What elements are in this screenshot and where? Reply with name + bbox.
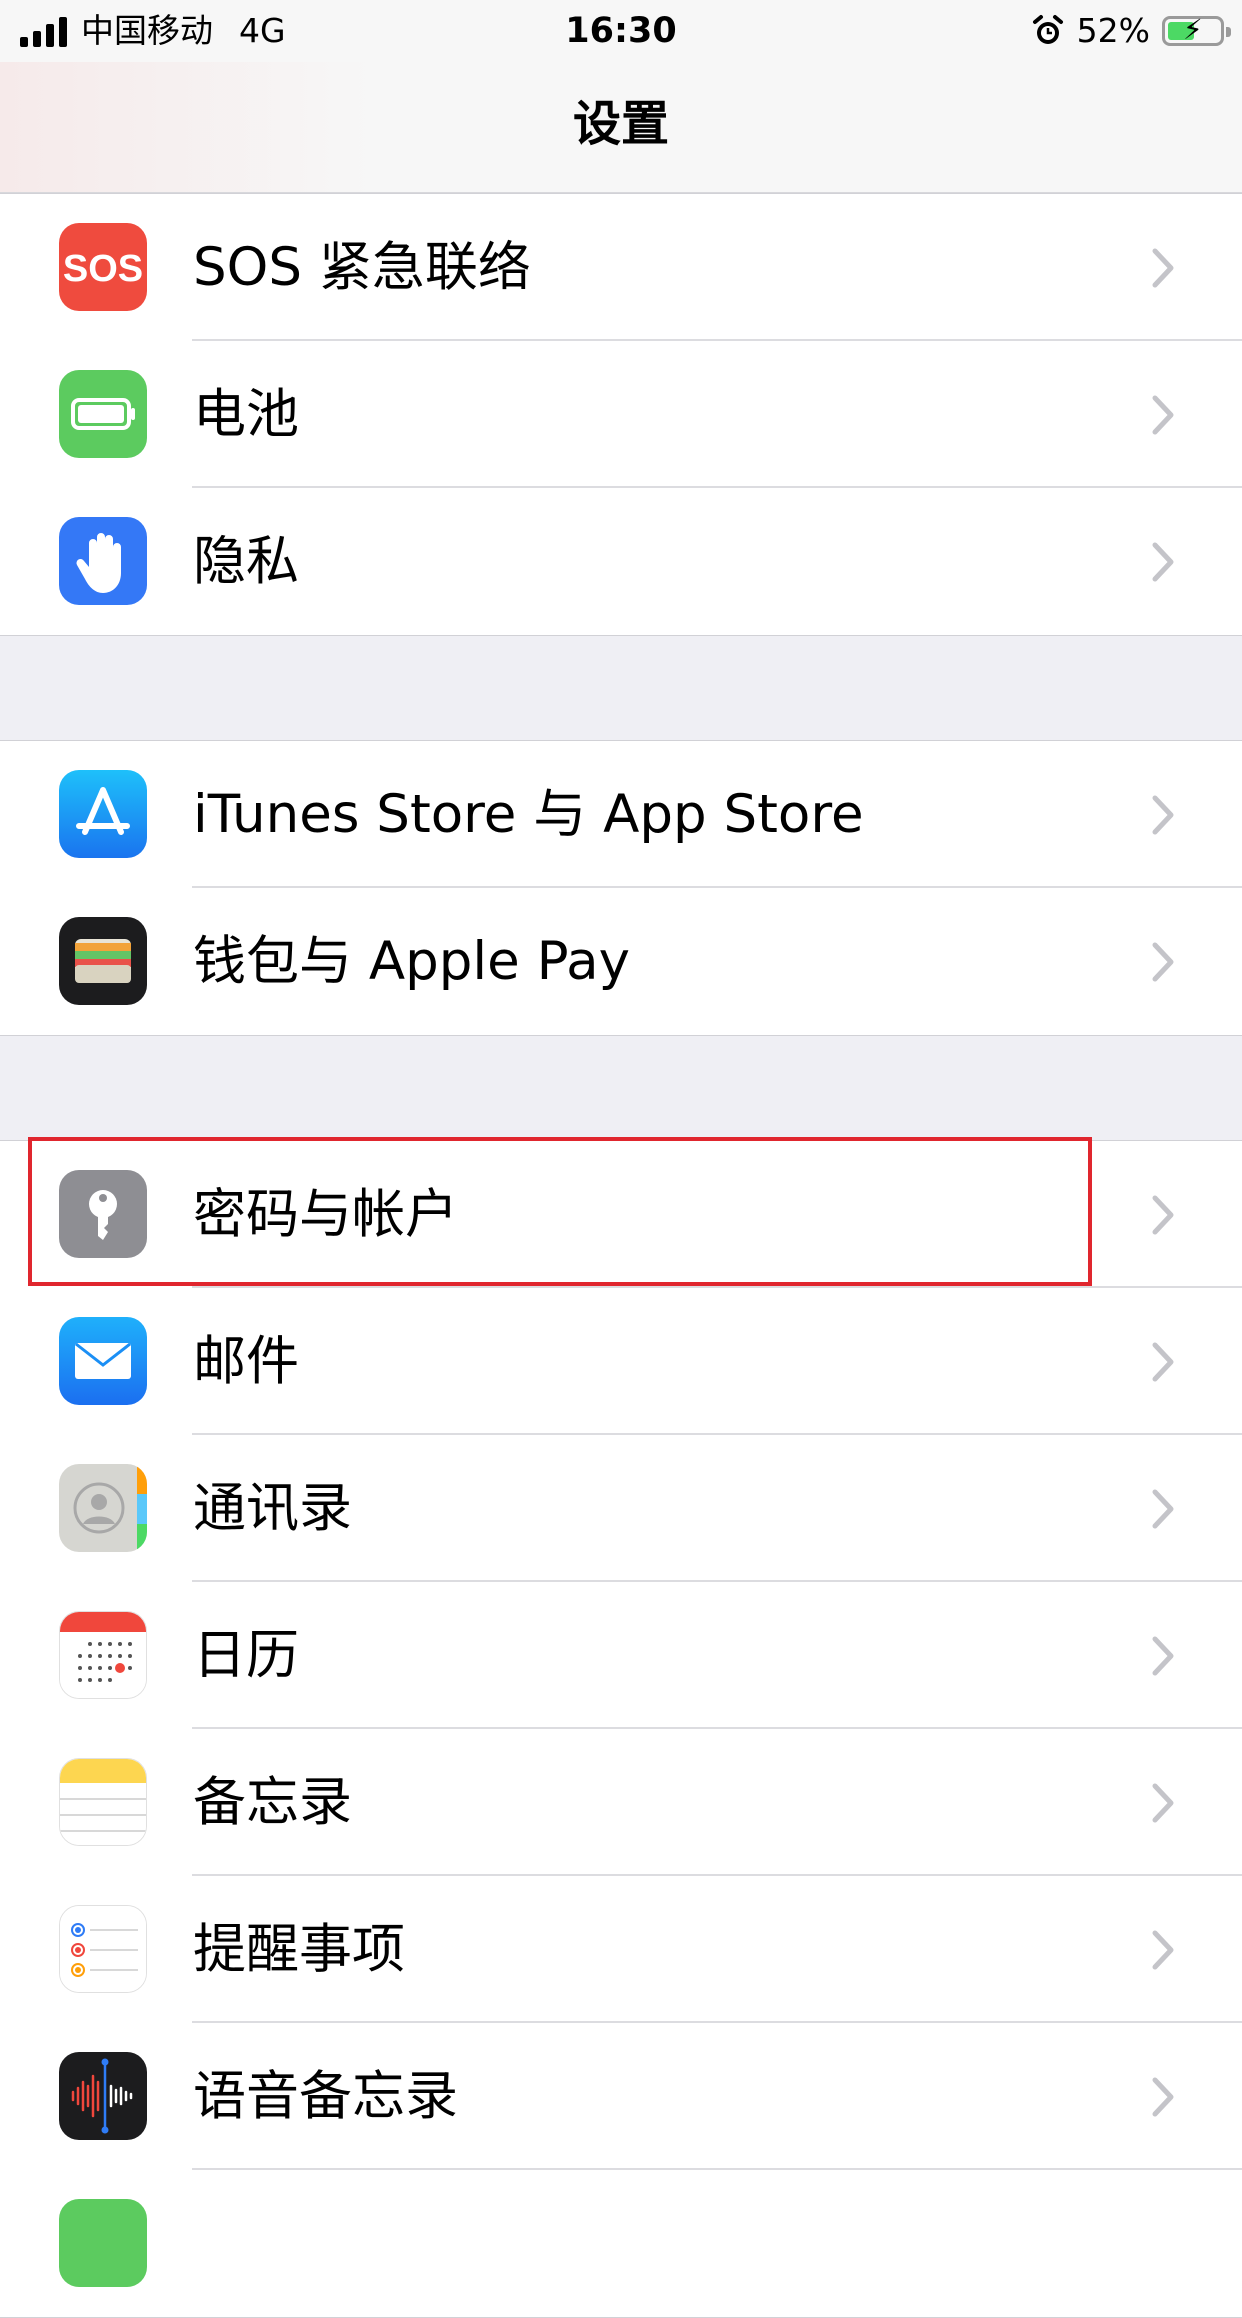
voice-memos-icon bbox=[59, 2052, 147, 2140]
settings-row-wallet[interactable]: 钱包与 Apple Pay bbox=[0, 888, 1242, 1035]
chevron-right-icon bbox=[1152, 1783, 1174, 1823]
settings-row-label: 备忘录 bbox=[193, 1772, 352, 1833]
battery-charging-icon: ⚡ bbox=[1162, 13, 1231, 46]
settings-group-2: iTunes Store 与 App Store 钱包与 Apple Pay bbox=[0, 740, 1242, 1036]
chevron-right-icon bbox=[1152, 942, 1174, 982]
alarm-icon bbox=[1032, 15, 1063, 44]
settings-row-contacts[interactable]: 通讯录 bbox=[0, 1435, 1242, 1582]
key-icon bbox=[59, 1170, 147, 1258]
nav-bar: 设置 bbox=[0, 62, 1242, 194]
settings-row-label: SOS 紧急联络 bbox=[193, 237, 531, 298]
app-store-icon bbox=[59, 770, 147, 858]
wallet-icon bbox=[59, 917, 147, 1005]
calendar-icon bbox=[59, 1611, 147, 1699]
settings-row-reminders[interactable]: 提醒事项 bbox=[0, 1876, 1242, 2023]
settings-row-label: 电池 bbox=[193, 384, 299, 445]
page-title: 设置 bbox=[572, 96, 669, 152]
battery-icon bbox=[59, 370, 147, 458]
bolt-icon: ⚡ bbox=[1183, 13, 1203, 46]
svg-text:SOS: SOS bbox=[63, 248, 143, 290]
settings-row-label: 日历 bbox=[193, 1625, 299, 1686]
chevron-right-icon bbox=[1152, 1930, 1174, 1970]
status-right: 52% ⚡ bbox=[1031, 10, 1231, 52]
settings-row-sos[interactable]: SOS SOS 紧急联络 bbox=[0, 194, 1242, 341]
settings-row-label: 邮件 bbox=[193, 1331, 299, 1392]
chevron-right-icon bbox=[1152, 248, 1174, 288]
settings-row-partial[interactable] bbox=[0, 2170, 1242, 2317]
settings-row-label: 隐私 bbox=[193, 531, 299, 592]
settings-group-3: 密码与帐户 邮件 通讯录 日历 备忘录 提醒事项 语音备忘录 bbox=[0, 1140, 1242, 2318]
settings-row-label: 密码与帐户 bbox=[193, 1184, 458, 1245]
settings-row-app-store[interactable]: iTunes Store 与 App Store bbox=[0, 741, 1242, 888]
chevron-right-icon bbox=[1152, 1636, 1174, 1676]
chevron-right-icon bbox=[1152, 795, 1174, 835]
mail-icon bbox=[59, 1317, 147, 1405]
contacts-icon bbox=[59, 1464, 147, 1552]
status-bar: 中国移动 4G 16:30 52% ⚡ bbox=[0, 0, 1242, 62]
chevron-right-icon bbox=[1152, 1342, 1174, 1382]
settings-row-mail[interactable]: 邮件 bbox=[0, 1288, 1242, 1435]
chevron-right-icon bbox=[1152, 542, 1174, 582]
chevron-right-icon bbox=[1152, 2077, 1174, 2117]
hand-icon bbox=[59, 517, 147, 605]
chevron-right-icon bbox=[1152, 395, 1174, 435]
settings-row-label: 语音备忘录 bbox=[193, 2066, 458, 2127]
settings-row-label: 提醒事项 bbox=[193, 1919, 405, 1980]
settings-row-notes[interactable]: 备忘录 bbox=[0, 1729, 1242, 1876]
battery-percent: 52% bbox=[1076, 11, 1150, 50]
settings-row-battery[interactable]: 电池 bbox=[0, 341, 1242, 488]
chevron-right-icon bbox=[1152, 1195, 1174, 1235]
settings-row-passwords-accounts[interactable]: 密码与帐户 bbox=[0, 1141, 1242, 1288]
reminders-icon bbox=[59, 1905, 147, 1993]
settings-row-label: 钱包与 Apple Pay bbox=[193, 931, 630, 992]
settings-row-label: 通讯录 bbox=[193, 1478, 352, 1539]
facetime-icon bbox=[59, 2199, 147, 2287]
sos-icon: SOS bbox=[59, 223, 147, 311]
settings-group-1: SOS SOS 紧急联络 电池 隐私 bbox=[0, 193, 1242, 636]
chevron-right-icon bbox=[1152, 1489, 1174, 1529]
settings-row-calendar[interactable]: 日历 bbox=[0, 1582, 1242, 1729]
settings-row-privacy[interactable]: 隐私 bbox=[0, 488, 1242, 635]
notes-icon bbox=[59, 1758, 147, 1846]
settings-row-label: iTunes Store 与 App Store bbox=[193, 784, 864, 845]
settings-row-voice-memos[interactable]: 语音备忘录 bbox=[0, 2023, 1242, 2170]
